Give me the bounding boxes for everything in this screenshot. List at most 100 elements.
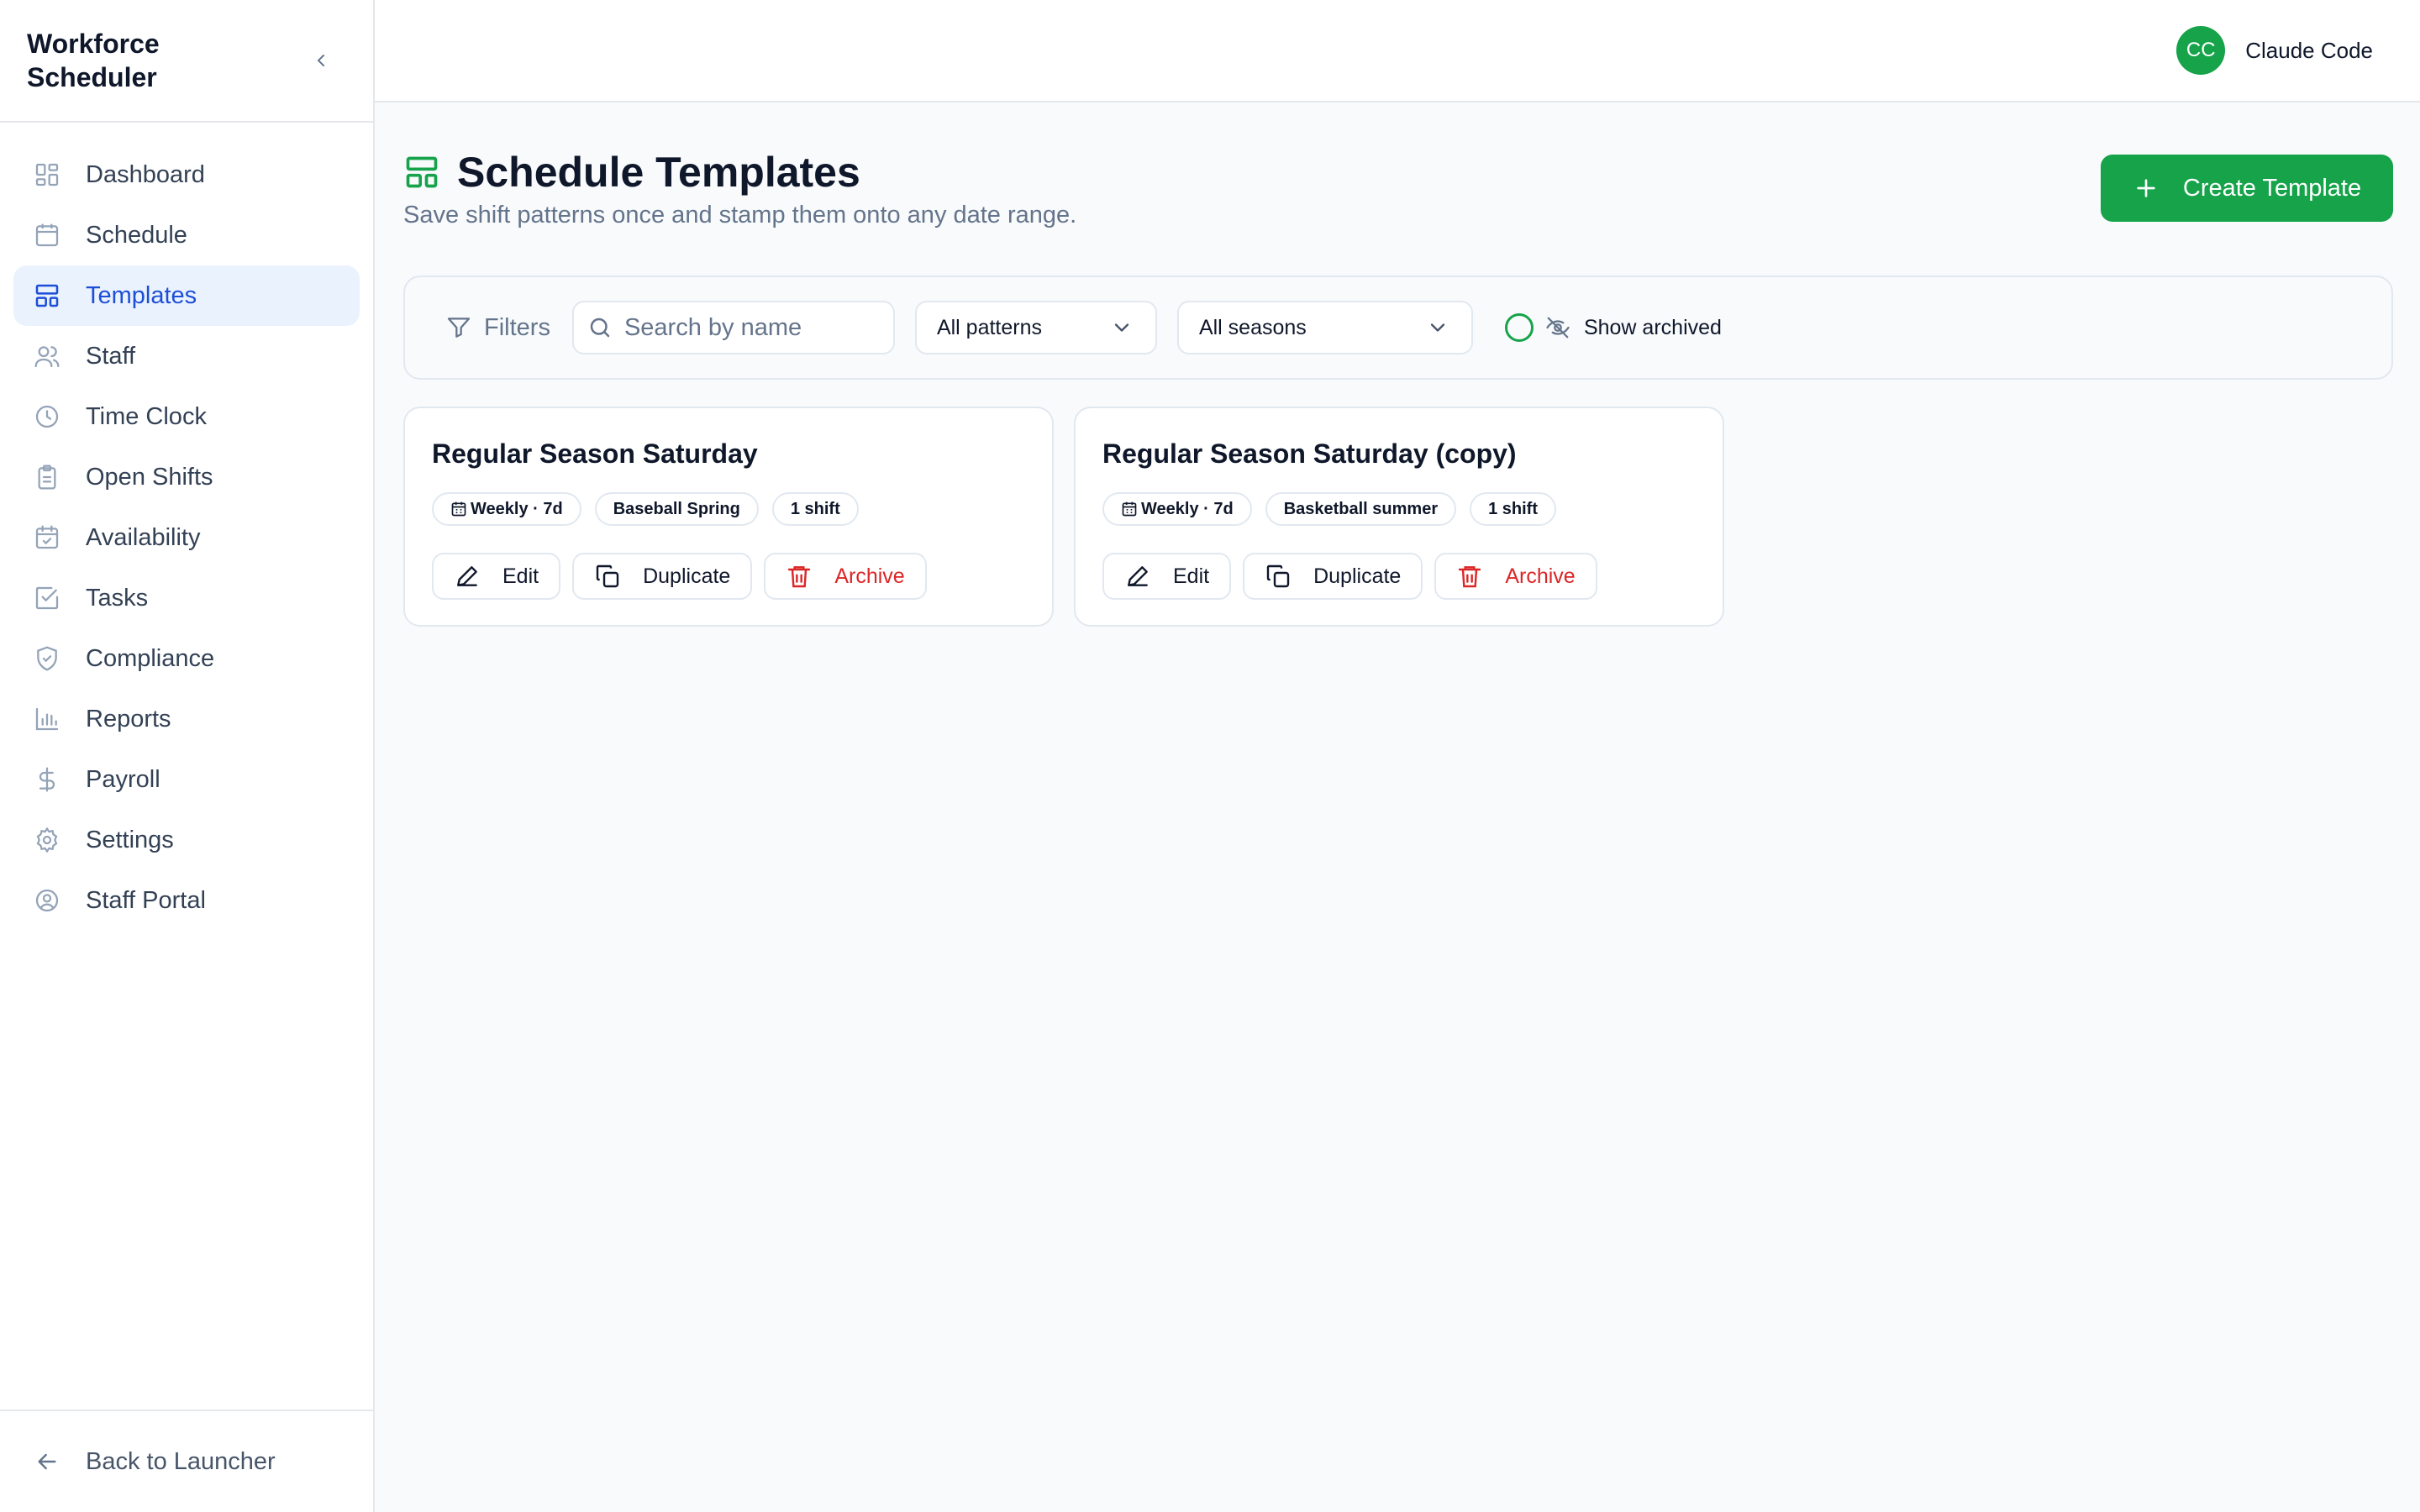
sidebar-item-open-shifts[interactable]: Open Shifts: [13, 447, 360, 507]
pattern-chip: Weekly · 7d: [1102, 492, 1252, 526]
pattern-select-value: All patterns: [936, 315, 1043, 339]
archive-label: Archive: [834, 564, 905, 588]
sidebar-item-label: Staff: [86, 342, 136, 370]
sidebar-item-availability[interactable]: Availability: [13, 507, 360, 568]
sidebar-item-payroll[interactable]: Payroll: [13, 749, 360, 810]
pattern-chip: Weekly · 7d: [432, 492, 581, 526]
page-header: Schedule Templates Save shift patterns o…: [403, 102, 2393, 276]
main-content: Schedule Templates Save shift patterns o…: [403, 102, 2393, 627]
filters-label-text: Filters: [484, 313, 550, 341]
template-card: Regular Season Saturday Weekly · 7d Base…: [403, 407, 1054, 627]
sidebar-item-tasks[interactable]: Tasks: [13, 568, 360, 628]
pattern-chip-label: Weekly · 7d: [471, 499, 563, 518]
season-chip: Baseball Spring: [594, 492, 759, 526]
search-field[interactable]: [571, 301, 895, 354]
sidebar: Workforce Scheduler Dashboard Schedule T…: [0, 0, 375, 1512]
template-chips: Weekly · 7d Basketball summer 1 shift: [1102, 492, 1723, 526]
pattern-chip-label: Weekly · 7d: [1141, 499, 1234, 518]
sidebar-item-time-clock[interactable]: Time Clock: [13, 386, 360, 447]
archive-label: Archive: [1505, 564, 1576, 588]
filters-bar: Filters All patterns All seasons Sho: [403, 276, 2393, 380]
dollar-icon: [34, 766, 60, 793]
clock-icon: [34, 403, 60, 430]
template-actions: Edit Duplicate Archive: [1102, 553, 1723, 600]
season-select[interactable]: All seasons: [1176, 301, 1473, 354]
sidebar-item-schedule[interactable]: Schedule: [13, 205, 360, 265]
edit-label: Edit: [1173, 564, 1210, 588]
search-icon: [587, 315, 613, 340]
trash-icon: [786, 563, 813, 590]
calendar-icon: [1121, 501, 1138, 517]
pencil-icon: [1124, 563, 1151, 590]
show-archived-toggle[interactable]: Show archived: [1504, 313, 1722, 342]
back-to-launcher-label: Back to Launcher: [86, 1447, 276, 1475]
sidebar-item-label: Schedule: [86, 221, 187, 249]
archive-button[interactable]: Archive: [1434, 553, 1597, 600]
user-circle-icon: [34, 887, 60, 914]
shield-check-icon: [34, 645, 60, 672]
search-input[interactable]: [623, 313, 876, 342]
template-name: Regular Season Saturday: [432, 438, 758, 469]
edit-label: Edit: [502, 564, 539, 588]
clipboard-icon: [34, 464, 60, 491]
archive-button[interactable]: Archive: [764, 553, 927, 600]
show-archived-radio[interactable]: [1504, 313, 1534, 342]
sidebar-item-templates[interactable]: Templates: [13, 265, 360, 326]
sidebar-item-label: Tasks: [86, 584, 149, 612]
back-to-launcher-link[interactable]: Back to Launcher: [0, 1410, 373, 1512]
sidebar-item-reports[interactable]: Reports: [13, 689, 360, 749]
template-cards: Regular Season Saturday Weekly · 7d Base…: [403, 407, 2393, 627]
chevron-down-icon: [1426, 316, 1449, 339]
layout-template-icon: [34, 282, 60, 309]
page-title: Schedule Templates: [457, 149, 860, 196]
sidebar-item-label: Settings: [86, 826, 174, 853]
gear-icon: [34, 827, 60, 853]
calendar-icon: [34, 222, 60, 249]
page-title-wrap: Schedule Templates: [403, 148, 860, 197]
sidebar-item-label: Compliance: [86, 644, 215, 672]
topbar: CC Claude Code: [375, 0, 2420, 102]
bar-chart-icon: [34, 706, 60, 732]
duplicate-label: Duplicate: [1313, 564, 1402, 588]
plus-icon: [2133, 175, 2160, 202]
season-chip: Basketball summer: [1265, 492, 1457, 526]
sidebar-item-compliance[interactable]: Compliance: [13, 628, 360, 689]
users-icon: [34, 343, 60, 370]
template-actions: Edit Duplicate Archive: [432, 553, 1052, 600]
brand-header: Workforce Scheduler: [0, 0, 373, 123]
duplicate-button[interactable]: Duplicate: [1243, 553, 1423, 600]
chevron-down-icon: [1110, 316, 1134, 339]
sidebar-item-label: Payroll: [86, 765, 160, 793]
avatar[interactable]: CC: [2176, 26, 2226, 75]
sidebar-item-staff-portal[interactable]: Staff Portal: [13, 870, 360, 931]
sidebar-item-dashboard[interactable]: Dashboard: [13, 144, 360, 205]
collapse-sidebar-button[interactable]: [302, 42, 339, 79]
sidebar-item-staff[interactable]: Staff: [13, 326, 360, 386]
sidebar-nav: Dashboard Schedule Templates Staff Time …: [0, 123, 373, 931]
template-name: Regular Season Saturday (copy): [1102, 438, 1517, 469]
edit-button[interactable]: Edit: [432, 553, 561, 600]
check-square-icon: [34, 585, 60, 612]
template-chips: Weekly · 7d Baseball Spring 1 shift: [432, 492, 1052, 526]
create-template-button[interactable]: Create Template: [2101, 155, 2393, 222]
page-subtitle: Save shift patterns once and stamp them …: [403, 202, 1077, 228]
user-name[interactable]: Claude Code: [2245, 38, 2373, 64]
sidebar-item-label: Time Clock: [86, 402, 207, 430]
shift-count-chip: 1 shift: [1470, 492, 1557, 526]
show-archived-label: Show archived: [1583, 315, 1722, 339]
sidebar-item-label: Open Shifts: [86, 463, 213, 491]
dashboard-icon: [34, 161, 60, 188]
copy-icon: [1265, 563, 1292, 590]
calendar-check-icon: [34, 524, 60, 551]
edit-button[interactable]: Edit: [1102, 553, 1232, 600]
eye-off-icon: [1545, 315, 1570, 340]
filters-label: Filters: [445, 314, 550, 342]
duplicate-button[interactable]: Duplicate: [572, 553, 753, 600]
pattern-select[interactable]: All patterns: [914, 301, 1157, 354]
sidebar-item-label: Dashboard: [86, 160, 205, 188]
sidebar-item-label: Availability: [86, 523, 201, 551]
sidebar-item-settings[interactable]: Settings: [13, 810, 360, 870]
season-select-value: All seasons: [1198, 315, 1307, 339]
calendar-icon: [450, 501, 467, 517]
create-template-label: Create Template: [2182, 174, 2362, 202]
